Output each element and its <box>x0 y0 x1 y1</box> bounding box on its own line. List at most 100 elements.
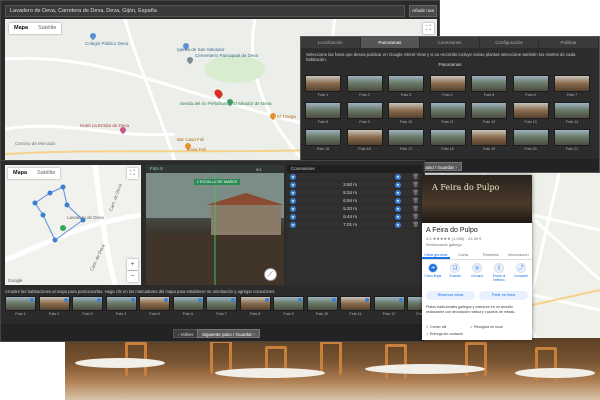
connection-label[interactable]: L'ESTALLU DE MARES <box>194 179 241 185</box>
panorama-label: Foto 5 <box>483 93 495 97</box>
compass-icon[interactable]: ⟋ <box>264 268 277 281</box>
map-type-satellite-button[interactable]: Satélite <box>33 23 61 34</box>
poi-label[interactable]: Hotel La Ermita de Deva <box>80 123 129 128</box>
room-thumbnail[interactable]: Foto 8 <box>239 296 271 318</box>
address-input[interactable] <box>5 5 405 17</box>
connection-row[interactable]: ● 6.44 m ● 🗑 <box>287 213 422 221</box>
tab-panoramas[interactable]: Panoramas <box>360 37 421 48</box>
room-thumbnail[interactable]: Foto 11 <box>340 296 371 318</box>
room-thumbnail[interactable]: Foto 1 <box>5 296 36 318</box>
delete-connection-icon[interactable]: 🗑 <box>413 221 419 229</box>
panorama-thumbnail[interactable]: Foto 20 <box>512 129 549 152</box>
directions-button[interactable]: ➜ Cómo llegar <box>422 263 444 283</box>
panorama-thumbnail[interactable]: Foto 7 <box>554 75 590 98</box>
nearby-button[interactable]: ◎ Cercano <box>466 263 488 283</box>
room-label: Foto 5 <box>149 312 160 316</box>
panorama-thumbnail[interactable]: Foto 17 <box>388 129 424 152</box>
placement-map[interactable]: Mapa Satélite ⛶ Cam. de Deva Cam. de Dev… <box>5 165 141 285</box>
fullscreen-icon[interactable]: ⛶ <box>423 23 434 34</box>
room-thumbnail[interactable]: Foto 2 <box>38 296 70 318</box>
panorama-thumbnail[interactable]: Foto 2 <box>346 75 383 98</box>
delete-connection-icon[interactable]: 🗑 <box>413 189 419 197</box>
room-thumbnail[interactable]: Foto 10 <box>306 296 338 318</box>
room-thumbnail[interactable]: Foto 4 <box>105 296 137 318</box>
back-button[interactable]: ‹ Volver <box>173 329 199 338</box>
tab-reviews[interactable]: Reseñas <box>477 250 505 259</box>
share-button[interactable]: ⤴ Compartir <box>510 263 532 283</box>
delete-connection-icon[interactable]: 🗑 <box>413 181 419 189</box>
room-thumbnail[interactable]: Foto 3 <box>72 296 103 318</box>
zoom-in-button[interactable]: + <box>127 259 138 270</box>
delete-connection-icon[interactable]: 🗑 <box>413 213 419 221</box>
connection-row[interactable]: ● ● 🗑 <box>287 173 422 181</box>
save-button[interactable]: ❏ Guardar <box>444 263 466 283</box>
panorama-thumbnail[interactable]: Foto 4 <box>429 75 466 98</box>
panorama-thumbnail[interactable]: Foto 18 <box>429 129 466 152</box>
reserve-table-button[interactable]: Reservar mesa <box>426 291 475 300</box>
panorama-thumbnail[interactable]: Foto 14 <box>554 102 590 125</box>
room-label: Foto 4 <box>115 312 127 316</box>
connection-row[interactable]: ● 5.20 m ● 🗑 <box>287 205 422 213</box>
poi-label[interactable]: El Trasgu <box>277 114 296 119</box>
room-thumbnail[interactable]: Foto 9 <box>273 296 304 318</box>
poi-label[interactable]: Iglesia de San Salvador <box>177 47 225 52</box>
poi-label[interactable]: Casa Feli <box>187 147 206 152</box>
place-category[interactable]: Restaurante gallego <box>426 242 462 247</box>
panorama-thumbnail[interactable]: Foto 12 <box>471 102 507 125</box>
order-online-button[interactable]: Pedir en línea <box>479 291 528 300</box>
tab-location[interactable]: Localización <box>301 37 361 48</box>
room-thumbnail[interactable]: Foto 5 <box>139 296 170 318</box>
tab-info[interactable]: Información <box>505 250 533 259</box>
connection-from-icon: ● <box>290 174 296 180</box>
tab-publish[interactable]: Publicar <box>539 37 599 48</box>
delete-connection-icon[interactable]: 🗑 <box>413 173 419 181</box>
panorama-thumbnail[interactable]: Foto 21 <box>554 129 590 152</box>
map-type-map-button[interactable]: Mapa <box>8 168 32 179</box>
room-thumbnail[interactable]: Foto 7 <box>206 296 237 318</box>
panorama-image <box>554 102 590 119</box>
fullscreen-icon[interactable]: ⛶ <box>127 168 138 179</box>
send-to-phone-button[interactable]: ▯ Enviar al teléfono <box>488 263 510 283</box>
map-type-satellite-button[interactable]: Satélite <box>32 168 60 179</box>
zoom-out-button[interactable]: − <box>127 271 138 282</box>
panorama-thumbnail[interactable]: Foto 3 <box>388 75 424 98</box>
map-type-map-button[interactable]: Mapa <box>9 23 33 34</box>
panorama-thumbnail[interactable]: Foto 9 <box>346 102 383 125</box>
panorama-thumbnail[interactable]: Foto 1 <box>305 75 341 98</box>
connection-to-icon: ● <box>395 198 401 204</box>
panorama-thumbnail[interactable]: Foto 8 <box>305 102 341 125</box>
panorama-thumbnail[interactable]: Foto 15 <box>305 129 341 152</box>
tab-overview[interactable]: Vista general <box>422 250 450 259</box>
tab-settings[interactable]: Configuración <box>480 37 540 48</box>
editor-footer: ‹ Volver Siguiente paso / Guardar › <box>1 324 424 341</box>
add-route-button[interactable]: Añadir ruta <box>409 5 437 17</box>
panorama-thumbnail[interactable]: Foto 13 <box>512 102 549 125</box>
place-photo[interactable]: A Feira do Pulpo <box>422 175 532 223</box>
delete-connection-icon[interactable]: 🗑 <box>413 205 419 213</box>
panorama-thumbnail[interactable]: Foto 5 <box>471 75 507 98</box>
poi-label[interactable]: Cementerio Parroquial de Deva <box>195 53 258 58</box>
panorama-thumbnail[interactable]: Foto 10 <box>388 102 424 125</box>
panorama-thumbnail[interactable]: Foto 6 <box>512 75 549 98</box>
tab-connections[interactable]: Conexiones <box>420 37 480 48</box>
tab-menu[interactable]: Carta <box>450 250 478 259</box>
next-step-button[interactable]: Siguiente paso / Guardar › <box>197 329 260 338</box>
phone-icon: ▯ <box>494 263 504 273</box>
panorama-thumbnail[interactable]: Foto 16 <box>346 129 383 152</box>
connection-row[interactable]: ● 6.94 m ● 🗑 <box>287 197 422 205</box>
panorama-thumbnail[interactable]: Foto 19 <box>471 129 507 152</box>
delete-connection-icon[interactable]: 🗑 <box>413 197 419 205</box>
street-view-preview[interactable]: Foto 8 9/1 L'ESTALLU DE MARES ⟋ <box>146 165 284 285</box>
poi-label[interactable]: Colegio Público Deva <box>85 41 128 46</box>
poi-label[interactable]: Senda del río Peñafrancia <box>180 101 232 106</box>
room-thumbnail[interactable]: Foto 6 <box>172 296 204 318</box>
panorama-label: Foto 8 <box>317 120 329 124</box>
room-thumbnail[interactable]: Foto 12 <box>373 296 405 318</box>
connection-row[interactable]: ● 7.01 m ● 🗑 <box>287 221 422 229</box>
poi-label[interactable]: Bar Casa Feli <box>177 137 204 142</box>
connection-row[interactable]: ● 8.34 m ● 🗑 <box>287 189 422 197</box>
poi-label[interactable]: El Mirador de Deva <box>233 101 272 106</box>
connection-row[interactable]: ● 3.50 m ● 🗑 <box>287 181 422 189</box>
connection-to-icon: ● <box>395 214 401 220</box>
panorama-thumbnail[interactable]: Foto 11 <box>429 102 466 125</box>
